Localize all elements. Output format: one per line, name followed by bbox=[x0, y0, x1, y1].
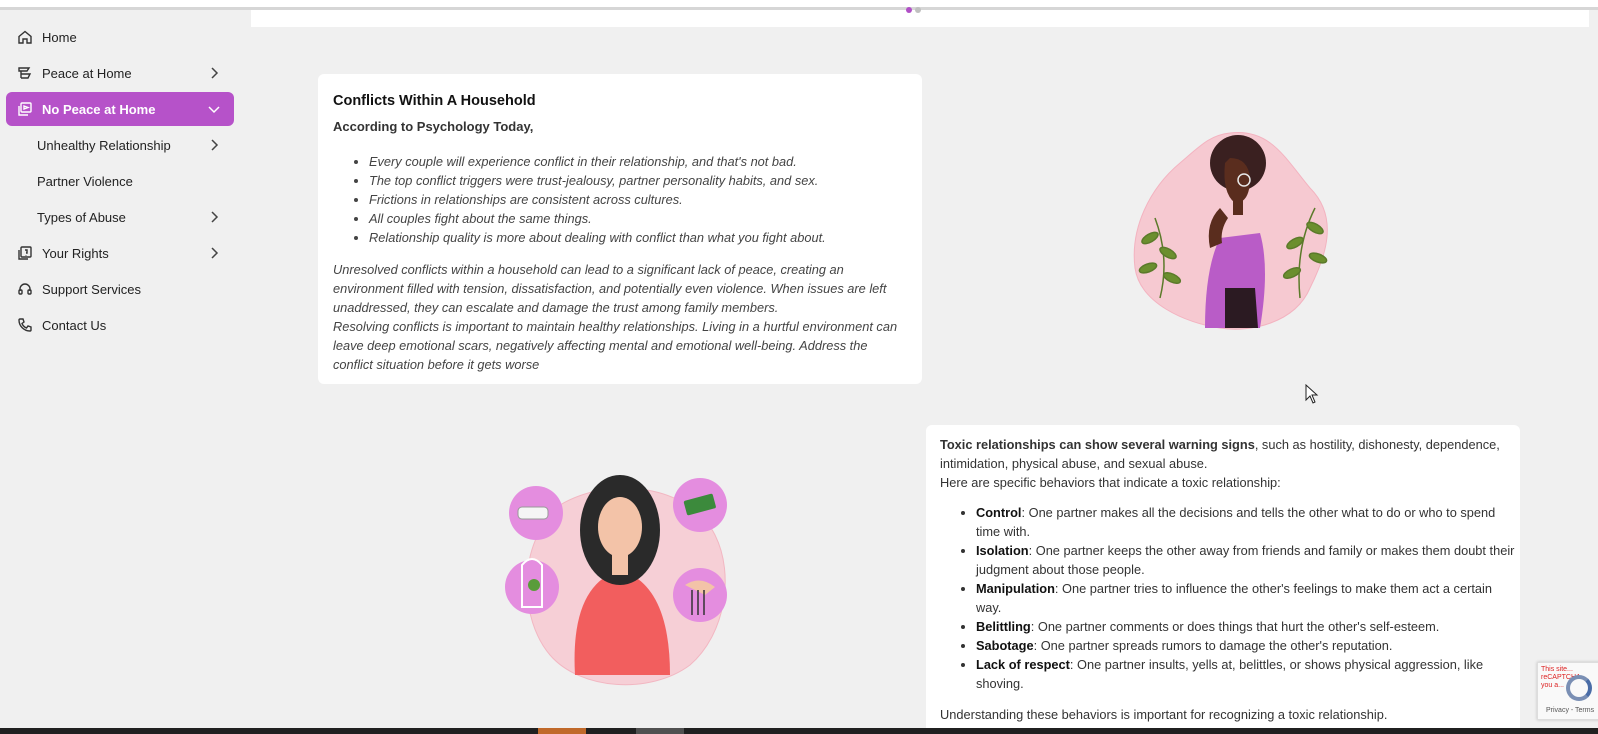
sidebar-item-label: No Peace at Home bbox=[42, 101, 156, 117]
sidebar-item-contact-us[interactable]: Contact Us bbox=[6, 308, 234, 342]
sidebar-item-peace-at-home[interactable]: Peace at Home bbox=[6, 56, 234, 90]
card-title: Conflicts Within A Household bbox=[333, 93, 536, 109]
sidebar-item-support-services[interactable]: Support Services bbox=[6, 272, 234, 306]
list-item: Control: One partner makes all the decis… bbox=[976, 503, 1516, 541]
list-item: Sabotage: One partner spreads rumors to … bbox=[976, 636, 1516, 655]
rights-icon bbox=[16, 244, 34, 262]
behavior-term: Belittling bbox=[976, 619, 1031, 634]
sidebar-item-label: Partner Violence bbox=[37, 173, 133, 189]
list-item: Manipulation: One partner tries to influ… bbox=[976, 579, 1516, 617]
phone-icon bbox=[16, 316, 34, 334]
list-item: Relationship quality is more about deali… bbox=[369, 228, 909, 247]
controlled-woman-illustration bbox=[505, 475, 727, 686]
thinking-woman-illustration bbox=[1133, 131, 1328, 330]
carousel-dots bbox=[906, 7, 921, 13]
headset-icon bbox=[16, 280, 34, 298]
sidebar-item-partner-violence[interactable]: Partner Violence bbox=[6, 164, 234, 198]
chevron-right-icon bbox=[211, 139, 219, 151]
behavior-text: : One partner comments or does things th… bbox=[1030, 619, 1440, 634]
recaptcha-badge[interactable]: This site... reCAPTCHA ... you a... Priv… bbox=[1537, 662, 1598, 720]
sidebar-item-no-peace-at-home[interactable]: No Peace at Home bbox=[6, 92, 234, 126]
behavior-term: Manipulation bbox=[976, 581, 1055, 596]
sidebar-item-label: Home bbox=[42, 29, 77, 45]
intro-line2: Here are specific behaviors that indicat… bbox=[940, 475, 1281, 490]
gallery-icon bbox=[16, 100, 34, 118]
behavior-text: : One partner keeps the other away from … bbox=[976, 543, 1515, 577]
paragraph-1: Unresolved conflicts within a household … bbox=[333, 262, 887, 315]
toxic-behaviors-list: Control: One partner makes all the decis… bbox=[940, 503, 1516, 693]
home-icon bbox=[16, 28, 34, 46]
behavior-term: Sabotage bbox=[976, 638, 1034, 653]
list-item: Every couple will experience conflict in… bbox=[369, 152, 909, 171]
toxic-relationships-card: Toxic relationships can show several war… bbox=[926, 425, 1520, 734]
list-item: Frictions in relationships are consisten… bbox=[369, 190, 909, 209]
sidebar-item-label: Peace at Home bbox=[42, 65, 132, 81]
behavior-term: Isolation bbox=[976, 543, 1029, 558]
peace-icon bbox=[16, 64, 34, 82]
list-item: All couples fight about the same things. bbox=[369, 209, 909, 228]
taskbar-app[interactable] bbox=[636, 728, 684, 734]
card-intro: Toxic relationships can show several war… bbox=[940, 435, 1505, 492]
sidebar-item-unhealthy-relationship[interactable]: Unhealthy Relationship bbox=[6, 128, 234, 162]
sidebar-item-label: Support Services bbox=[42, 281, 141, 297]
chevron-right-icon bbox=[211, 211, 219, 223]
taskbar-app[interactable] bbox=[538, 728, 586, 734]
conflict-facts-list: Every couple will experience conflict in… bbox=[333, 152, 909, 247]
card-paragraph: Unresolved conflicts within a household … bbox=[333, 260, 908, 374]
behavior-term: Control bbox=[976, 505, 1022, 520]
card-outro: Understanding these behaviors is importa… bbox=[940, 707, 1388, 722]
sidebar-item-types-of-abuse[interactable]: Types of Abuse bbox=[6, 200, 234, 234]
carousel-dot[interactable] bbox=[915, 7, 921, 13]
list-item: The top conflict triggers were trust-jea… bbox=[369, 171, 909, 190]
sidebar-item-label: Types of Abuse bbox=[37, 209, 126, 225]
chevron-down-icon bbox=[208, 106, 220, 114]
recaptcha-terms-link[interactable]: Privacy - Terms bbox=[1546, 707, 1594, 714]
card-subtitle: According to Psychology Today, bbox=[333, 119, 534, 134]
carousel-dot-active[interactable] bbox=[906, 7, 912, 13]
chevron-right-icon bbox=[211, 247, 219, 259]
intro-bold: Toxic relationships can show several war… bbox=[940, 437, 1255, 452]
recaptcha-icon bbox=[1566, 675, 1592, 701]
behavior-text: : One partner makes all the decisions an… bbox=[976, 505, 1496, 539]
browser-top-bar bbox=[0, 0, 1598, 10]
list-item: Isolation: One partner keeps the other a… bbox=[976, 541, 1516, 579]
list-item: Belittling: One partner comments or does… bbox=[976, 617, 1516, 636]
sidebar-item-your-rights[interactable]: Your Rights bbox=[6, 236, 234, 270]
sidebar-item-home[interactable]: Home bbox=[6, 20, 234, 54]
chevron-right-icon bbox=[211, 67, 219, 79]
sidebar-item-label: Contact Us bbox=[42, 317, 107, 333]
behavior-text: : One partner spreads rumors to damage t… bbox=[1033, 638, 1393, 653]
os-taskbar bbox=[0, 728, 1598, 734]
sidebar-nav: Home Peace at Home No Peace at Home Unhe… bbox=[0, 20, 240, 344]
conflicts-card: Conflicts Within A Household According t… bbox=[318, 74, 922, 384]
mouse-cursor-icon bbox=[1305, 384, 1319, 404]
paragraph-2: Resolving conflicts is important to main… bbox=[333, 319, 898, 372]
sidebar-item-label: Unhealthy Relationship bbox=[37, 137, 171, 153]
sidebar-item-label: Your Rights bbox=[42, 245, 109, 261]
behavior-term: Lack of respect bbox=[976, 657, 1070, 672]
list-item: Lack of respect: One partner insults, ye… bbox=[976, 655, 1516, 693]
